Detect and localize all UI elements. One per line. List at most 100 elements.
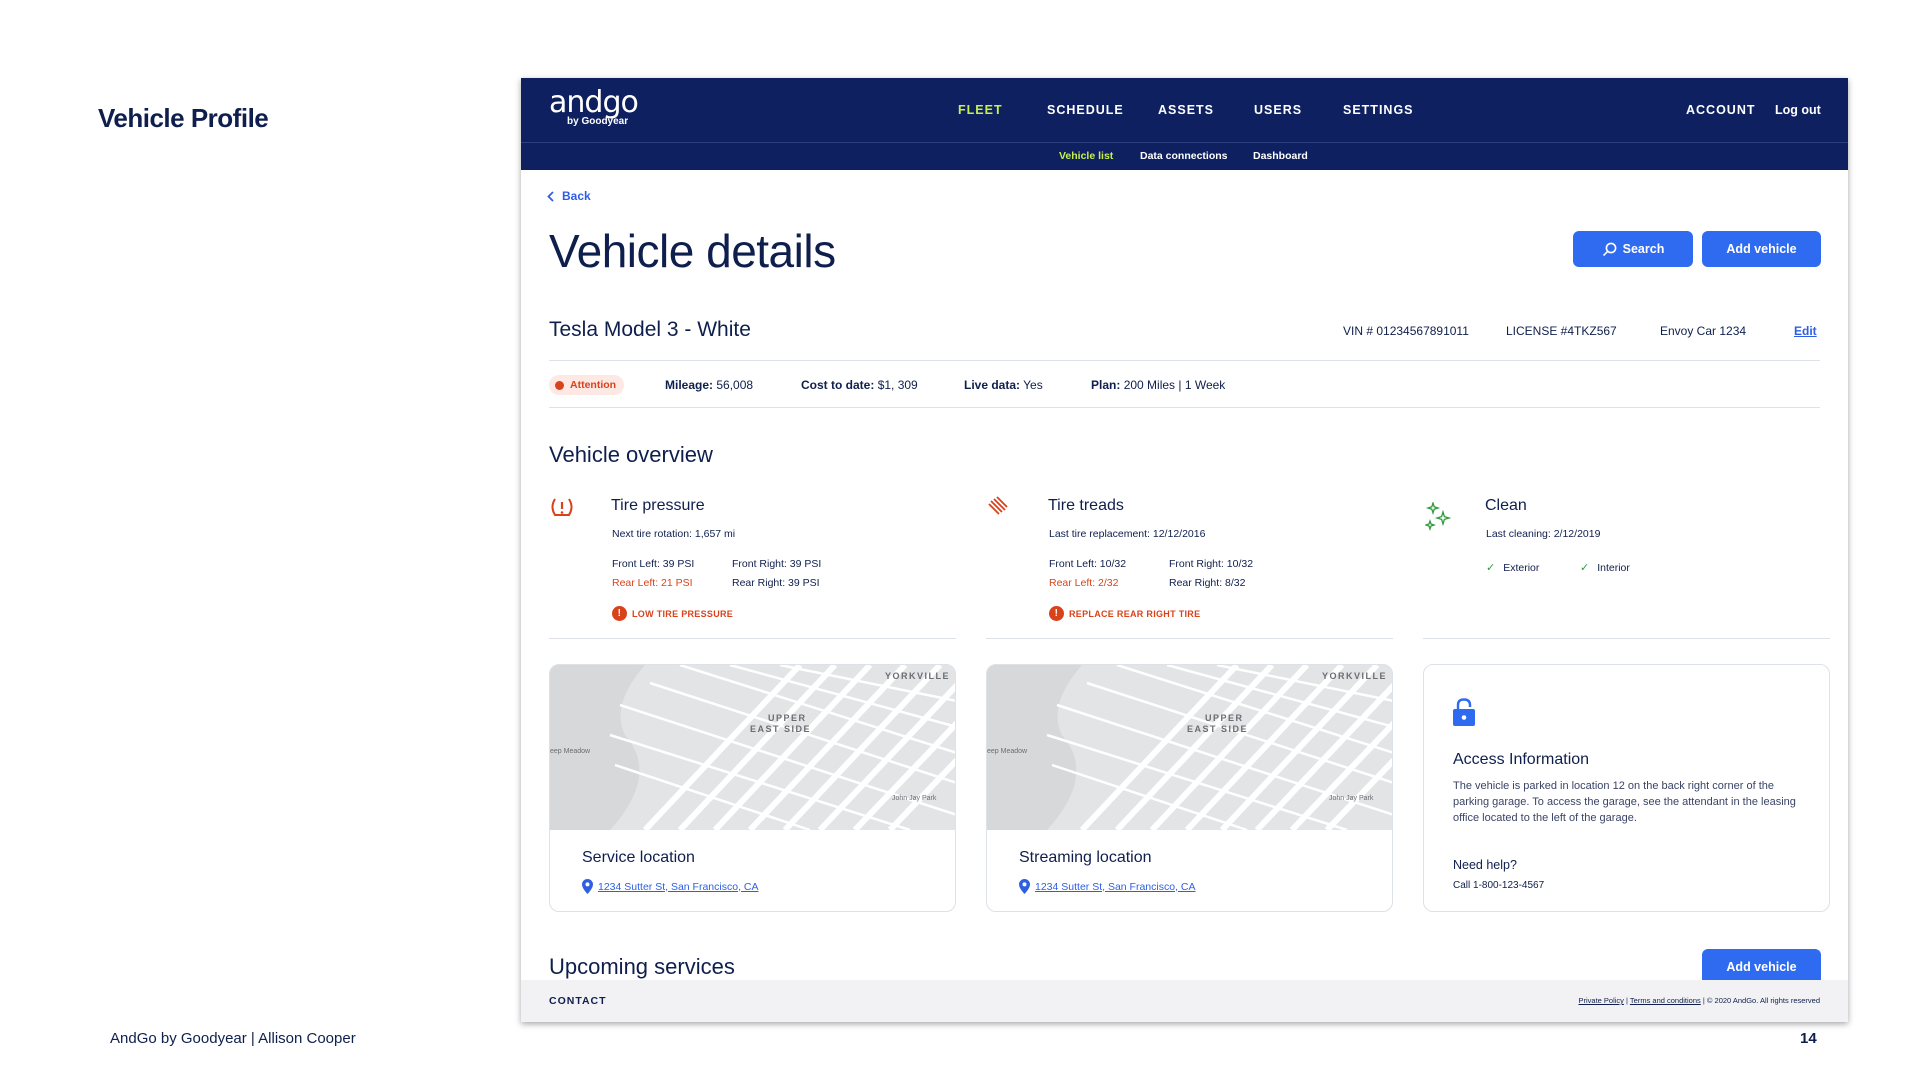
map-label-park: John Jay Park <box>892 795 937 802</box>
map-label-meadow: eep Meadow <box>550 748 591 755</box>
address-text: 1234 Sutter St, San Francisco, CA <box>1035 880 1196 893</box>
check-exterior: ✓ Exterior <box>1486 561 1540 575</box>
stat-value: Yes <box>1023 378 1043 392</box>
legal-links: Private Policy | Terms and conditions | … <box>1578 996 1820 1005</box>
rear-left-reading: Rear Left: 21 PSI <box>612 577 693 589</box>
rear-right-reading: Rear Right: 39 PSI <box>732 577 820 589</box>
map-label-east-side: EAST SIDE <box>750 724 811 734</box>
app-frame: andgo by Goodyear FLEET SCHEDULE ASSETS … <box>521 78 1848 1022</box>
map-pin-icon <box>1019 879 1030 894</box>
back-label: Back <box>562 189 591 203</box>
front-right-reading: Front Right: 39 PSI <box>732 558 822 570</box>
divider <box>986 638 1393 639</box>
divider <box>1423 638 1830 639</box>
privacy-policy-link[interactable]: Private Policy <box>1578 996 1623 1005</box>
section-heading-upcoming: Upcoming services <box>549 954 735 979</box>
streaming-location-card: YORKVILLE UPPER EAST SIDE eep Meadow Joh… <box>986 664 1393 912</box>
card-subtitle: Last cleaning: 2/12/2019 <box>1486 528 1601 540</box>
stat-plan: Plan: 200 Miles | 1 Week <box>1091 378 1225 392</box>
status-badge: Attention <box>549 375 625 395</box>
map-label-upper: UPPER <box>1205 713 1244 723</box>
tire-pressure-icon <box>551 498 573 516</box>
map-label-east-side: EAST SIDE <box>1187 724 1248 734</box>
sparkle-icon <box>1425 502 1451 532</box>
nav-schedule[interactable]: SCHEDULE <box>1047 103 1124 117</box>
front-left-reading: Front Left: 10/32 <box>1049 558 1127 570</box>
status-label: Attention <box>570 379 617 391</box>
chevron-left-icon <box>547 190 554 202</box>
stat-label: Live data: <box>964 378 1021 392</box>
location-address-link[interactable]: 1234 Sutter St, San Francisco, CA <box>1019 879 1196 894</box>
nav-fleet[interactable]: FLEET <box>958 103 1003 117</box>
stat-value: 56,008 <box>716 378 754 392</box>
front-left-reading: Front Left: 39 PSI <box>612 558 695 570</box>
logout-link[interactable]: Log out <box>1775 103 1821 117</box>
location-title: Service location <box>582 849 695 866</box>
front-right-reading: Front Right: 10/32 <box>1169 558 1254 570</box>
map-image[interactable]: YORKVILLE UPPER EAST SIDE eep Meadow Joh… <box>550 665 956 830</box>
top-nav-bar: andgo by Goodyear FLEET SCHEDULE ASSETS … <box>521 78 1848 142</box>
rear-right-reading: Rear Right: 8/32 <box>1169 577 1246 589</box>
checkmark-icon: ✓ <box>1580 562 1590 574</box>
vehicle-name: Tesla Model 3 - White <box>549 318 751 341</box>
checkmark-icon: ✓ <box>1486 562 1496 574</box>
back-link[interactable]: Back <box>547 189 591 203</box>
sub-nav-bar: Vehicle list Data connections Dashboard <box>521 142 1848 170</box>
map-label-meadow: eep Meadow <box>987 748 1028 755</box>
vin-number: VIN # 01234567891011 <box>1343 324 1469 338</box>
contact-link[interactable]: CONTACT <box>549 995 607 1007</box>
andgo-logo[interactable]: andgo by Goodyear <box>549 85 639 128</box>
map-image[interactable]: YORKVILLE UPPER EAST SIDE eep Meadow Joh… <box>987 665 1393 830</box>
check-label: Interior <box>1597 561 1630 574</box>
subnav-dashboard[interactable]: Dashboard <box>1253 150 1308 162</box>
card-subtitle: Next tire rotation: 1,657 mi <box>612 528 736 540</box>
access-description: The vehicle is parked in location 12 on … <box>1453 780 1796 824</box>
license-number: LICENSE #4TKZ567 <box>1506 324 1617 338</box>
search-button-label: Search <box>1622 242 1665 256</box>
page-number: 14 <box>1800 1030 1817 1047</box>
service-location-card: YORKVILLE UPPER EAST SIDE eep Meadow Joh… <box>549 664 956 912</box>
stat-label: Plan: <box>1091 378 1121 392</box>
add-vehicle-button[interactable]: Add vehicle <box>1702 231 1821 267</box>
logo-wordmark: andgo <box>549 85 639 120</box>
page-title: Vehicle details <box>549 225 836 277</box>
map-label-yorkville: YORKVILLE <box>885 671 950 681</box>
warning-low-pressure: ! LOW TIRE PRESSURE <box>612 606 733 621</box>
location-address-link[interactable]: 1234 Sutter St, San Francisco, CA <box>582 879 759 894</box>
warning-replace-tire: ! REPLACE REAR RIGHT TIRE <box>1049 606 1200 621</box>
map-label-upper: UPPER <box>768 713 807 723</box>
search-button[interactable]: Search <box>1573 231 1693 267</box>
envoy-car: Envoy Car 1234 <box>1660 324 1747 338</box>
rear-left-reading: Rear Left: 2/32 <box>1049 577 1119 589</box>
nav-users[interactable]: USERS <box>1254 103 1302 117</box>
card-title-tire-treads: Tire treads <box>1048 497 1124 514</box>
terms-link[interactable]: Terms and conditions <box>1630 996 1701 1005</box>
edit-link[interactable]: Edit <box>1794 324 1817 338</box>
subnav-data-connections[interactable]: Data connections <box>1140 150 1228 162</box>
stat-label: Mileage: <box>665 378 714 392</box>
copyright-text: | © 2020 AndGo. All rights reserved <box>1702 996 1820 1005</box>
slide-footer: AndGo by Goodyear | Allison Cooper <box>110 1030 356 1047</box>
stat-value: 200 Miles | 1 Week <box>1123 378 1226 392</box>
lock-icon <box>1453 698 1475 726</box>
card-title-clean: Clean <box>1485 497 1527 514</box>
check-interior: ✓ Interior <box>1580 561 1630 575</box>
address-text: 1234 Sutter St, San Francisco, CA <box>598 880 759 893</box>
stat-live-data: Live data: Yes <box>964 378 1043 392</box>
map-label-yorkville: YORKVILLE <box>1322 671 1387 681</box>
access-title: Access Information <box>1453 751 1590 768</box>
nav-settings[interactable]: SETTINGS <box>1343 103 1414 117</box>
access-information-card: Access Information The vehicle is parked… <box>1423 664 1830 912</box>
nav-account[interactable]: ACCOUNT <box>1686 103 1756 117</box>
divider <box>549 407 1820 408</box>
help-phone: Call 1-800-123-4567 <box>1453 880 1545 891</box>
subnav-vehicle-list[interactable]: Vehicle list <box>1059 150 1113 162</box>
alert-icon: ! <box>612 606 627 621</box>
app-footer: CONTACT Private Policy | Terms and condi… <box>521 980 1848 1022</box>
help-title: Need help? <box>1453 858 1517 872</box>
check-label: Exterior <box>1503 561 1540 574</box>
section-heading-overview: Vehicle overview <box>549 442 713 467</box>
nav-assets[interactable]: ASSETS <box>1158 103 1214 117</box>
card-title-tire-pressure: Tire pressure <box>611 497 705 514</box>
stat-value: $1, 309 <box>877 378 918 392</box>
